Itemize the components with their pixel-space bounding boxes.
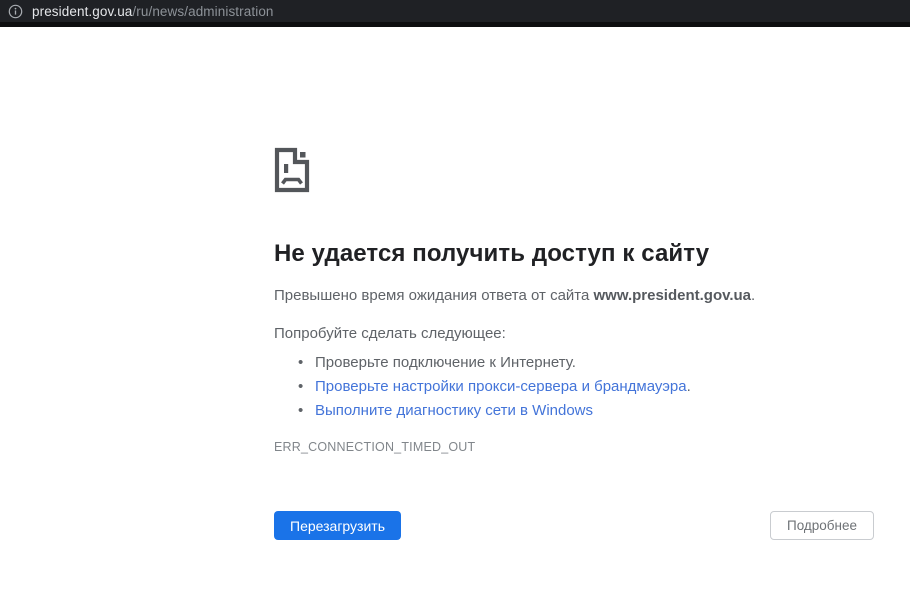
suggestion-suffix: .: [687, 378, 691, 395]
suggestion-check-connection: Проверьте подключение к Интернету.: [274, 351, 874, 375]
address-bar[interactable]: president.gov.ua/ru/news/administration: [0, 0, 910, 22]
details-button[interactable]: Подробнее: [770, 511, 874, 540]
network-diagnostics-link[interactable]: Выполните диагностику сети в Windows: [315, 402, 593, 419]
sad-file-icon: [274, 147, 310, 193]
url-host: president.gov.ua: [32, 4, 132, 19]
reload-button[interactable]: Перезагрузить: [274, 511, 401, 540]
suggestion-text: Проверьте подключение к Интернету.: [315, 354, 576, 371]
suggestion-check-proxy: Проверьте настройки прокси-сервера и бра…: [274, 375, 874, 399]
address-bar-shadow: [0, 22, 910, 27]
proxy-settings-link[interactable]: Проверьте настройки прокси-сервера и бра…: [315, 378, 687, 395]
subtitle-prefix: Превышено время ожидания ответа от сайта: [274, 287, 594, 304]
subtitle-domain: www.president.gov.ua: [594, 287, 752, 304]
suggestion-run-diagnostics: Выполните диагностику сети в Windows: [274, 399, 874, 423]
subtitle-suffix: .: [751, 287, 755, 304]
url-path: /ru/news/administration: [132, 4, 273, 19]
buttons-row: Перезагрузить Подробнее: [274, 511, 874, 540]
error-subtitle: Превышено время ожидания ответа от сайта…: [274, 288, 874, 304]
info-icon[interactable]: [8, 4, 23, 19]
error-page-content: Не удается получить доступ к сайту Превы…: [274, 147, 874, 540]
suggestions-header: Попробуйте сделать следующее:: [274, 326, 874, 342]
url-text[interactable]: president.gov.ua/ru/news/administration: [32, 4, 274, 19]
error-title: Не удается получить доступ к сайту: [274, 239, 874, 268]
suggestions-list: Проверьте подключение к Интернету. Прове…: [274, 351, 874, 423]
error-code: ERR_CONNECTION_TIMED_OUT: [274, 441, 874, 454]
